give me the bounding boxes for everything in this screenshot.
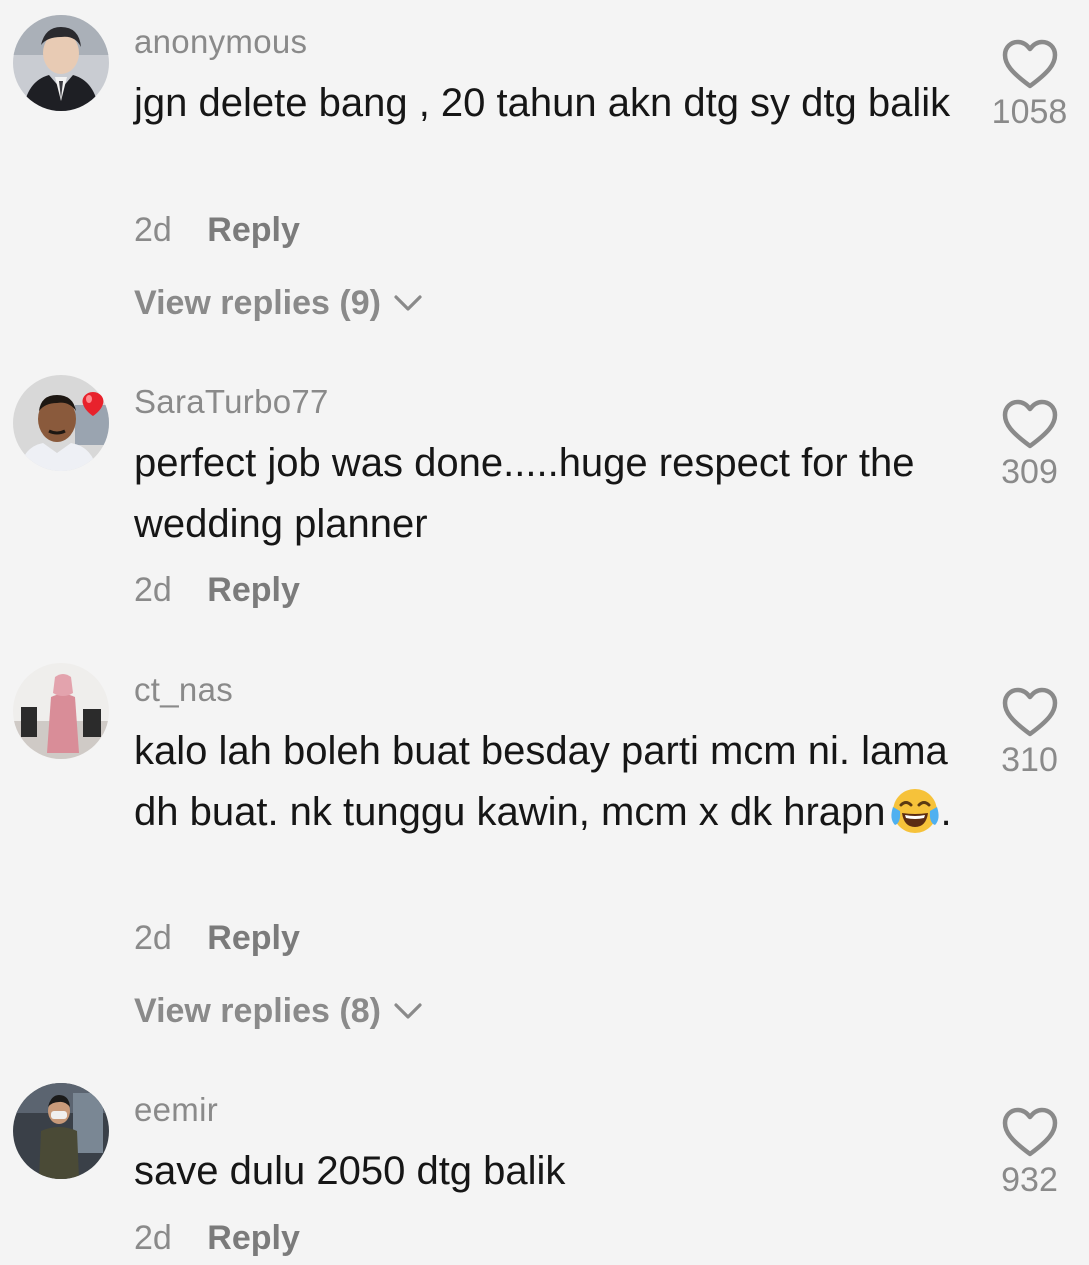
like-button[interactable]: 310	[970, 686, 1089, 780]
like-count: 310	[1001, 741, 1058, 779]
reply-button[interactable]: Reply	[207, 571, 300, 609]
view-replies-label: View replies (8)	[134, 992, 381, 1030]
like-count: 1058	[991, 93, 1068, 131]
reply-button[interactable]: Reply	[207, 1219, 300, 1257]
heart-icon	[1002, 39, 1057, 89]
timestamp: 2d	[134, 919, 172, 957]
like-count: 309	[1001, 453, 1058, 491]
heart-icon	[1002, 399, 1057, 449]
chevron-down-icon	[394, 295, 422, 311]
reply-button[interactable]: Reply	[207, 211, 300, 249]
comment-text-suffix: .	[940, 790, 952, 834]
username[interactable]: anonymous	[134, 22, 307, 62]
reply-button[interactable]: Reply	[207, 919, 300, 957]
comment-meta: 2d Reply	[134, 918, 300, 958]
username[interactable]: eemir	[134, 1090, 218, 1130]
avatar[interactable]	[13, 663, 109, 759]
timestamp: 2d	[134, 571, 172, 609]
like-button[interactable]: 932	[970, 1106, 1089, 1200]
comment-meta: 2d Reply	[134, 570, 300, 610]
chevron-down-icon	[394, 1003, 422, 1019]
like-count: 932	[1001, 1161, 1058, 1199]
comment-text: jgn delete bang , 20 tahun akn dtg sy dt…	[134, 81, 951, 125]
timestamp: 2d	[134, 211, 172, 249]
avatar[interactable]	[13, 15, 109, 111]
username[interactable]: ct_nas	[134, 670, 233, 710]
red-balloon-icon	[82, 392, 104, 416]
view-replies-button[interactable]: View replies (9)	[134, 283, 423, 323]
comment-text: perfect job was done.....huge respect fo…	[134, 441, 915, 546]
comment-meta: 2d Reply	[134, 210, 300, 250]
view-replies-label: View replies (9)	[134, 284, 381, 322]
view-replies-button[interactable]: View replies (8)	[134, 991, 423, 1031]
comment-text-body: kalo lah boleh buat besday parti mcm ni.…	[134, 729, 948, 834]
like-button[interactable]: 1058	[970, 38, 1089, 132]
timestamp: 2d	[134, 1219, 172, 1257]
tears-of-joy-emoji	[890, 789, 939, 833]
heart-icon	[1002, 687, 1057, 737]
username[interactable]: SaraTurbo77	[134, 382, 329, 422]
like-button[interactable]: 309	[970, 398, 1089, 492]
comment-meta: 2d Reply	[134, 1218, 300, 1258]
heart-icon	[1002, 1107, 1057, 1157]
comment-text: kalo lah boleh buat besday parti mcm ni.…	[134, 721, 954, 843]
comment-text: save dulu 2050 dtg balik	[134, 1149, 566, 1193]
avatar[interactable]	[13, 1083, 109, 1179]
